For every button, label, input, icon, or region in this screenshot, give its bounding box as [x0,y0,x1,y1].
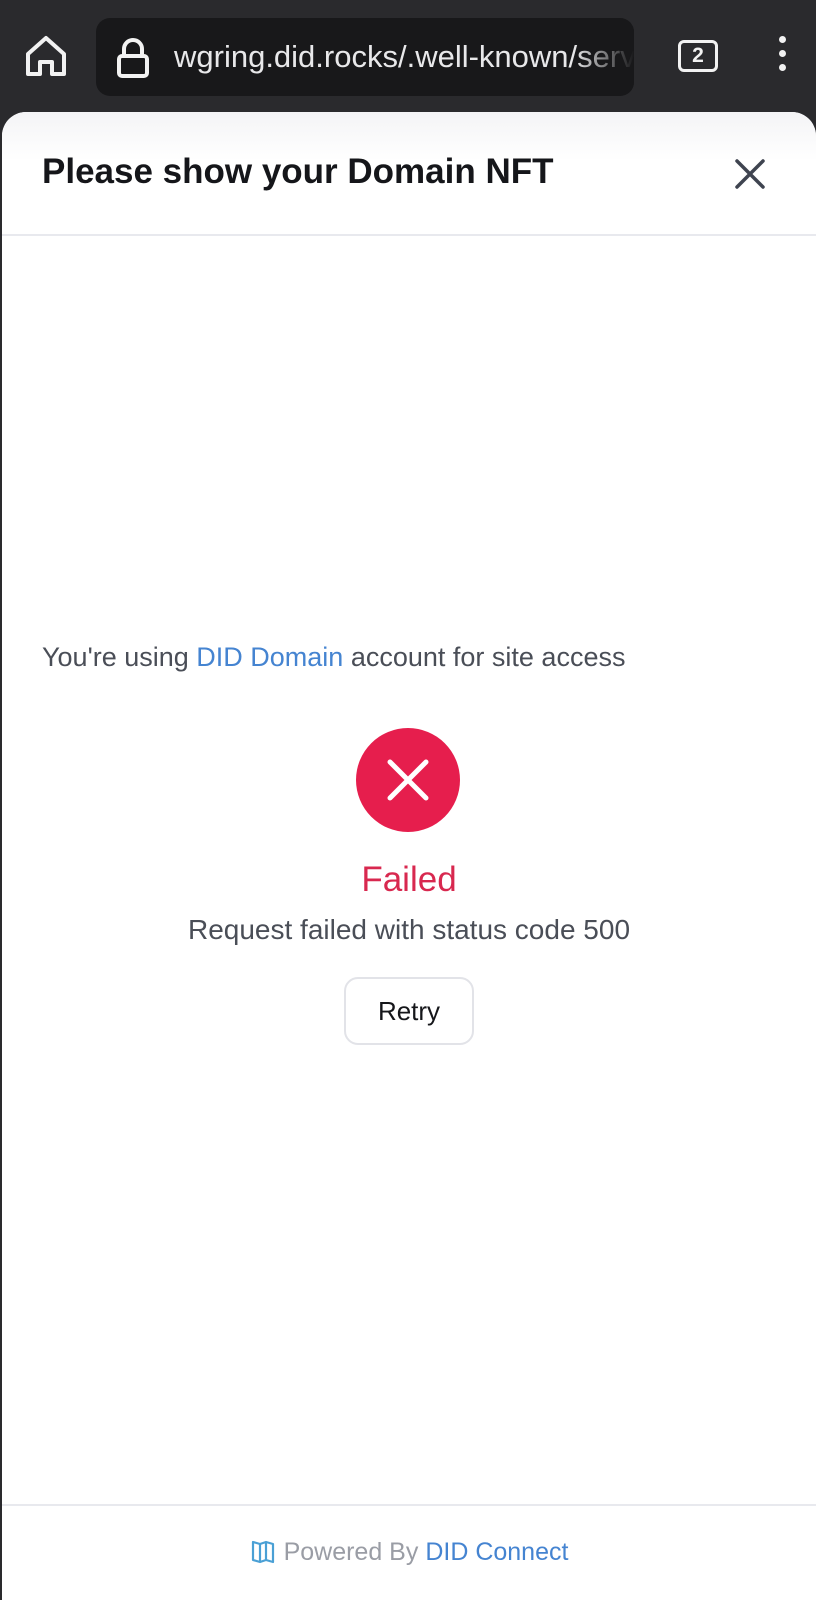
error-icon [356,728,460,832]
modal-footer: Powered By DID Connect [2,1504,816,1600]
retry-button[interactable]: Retry [344,977,474,1045]
home-icon[interactable] [22,32,70,80]
modal-header: Please show your Domain NFT [2,112,816,236]
status-message: Request failed with status code 500 [187,914,631,945]
tab-switcher-button[interactable]: 2 [678,40,718,72]
did-domain-link[interactable]: DID Domain [196,642,343,672]
url-text[interactable]: wgring.did.rocks/.well-known/servi [174,18,634,96]
browser-toolbar: wgring.did.rocks/.well-known/servi 2 [0,0,816,112]
lock-icon [116,38,150,78]
powered-by: Powered By DID Connect [2,1538,816,1572]
more-menu-icon[interactable] [770,36,794,76]
close-icon[interactable] [732,156,768,192]
connect-modal: Please show your Domain NFT You're using… [2,112,816,1600]
did-connect-link[interactable]: DID Connect [425,1538,568,1566]
did-connect-logo-icon [250,1539,276,1572]
address-bar[interactable]: wgring.did.rocks/.well-known/servi [96,18,634,96]
status-title: Failed [361,860,457,899]
account-info-text: You're using DID Domain account for site… [42,642,626,672]
modal-title: Please show your Domain NFT [42,152,554,191]
